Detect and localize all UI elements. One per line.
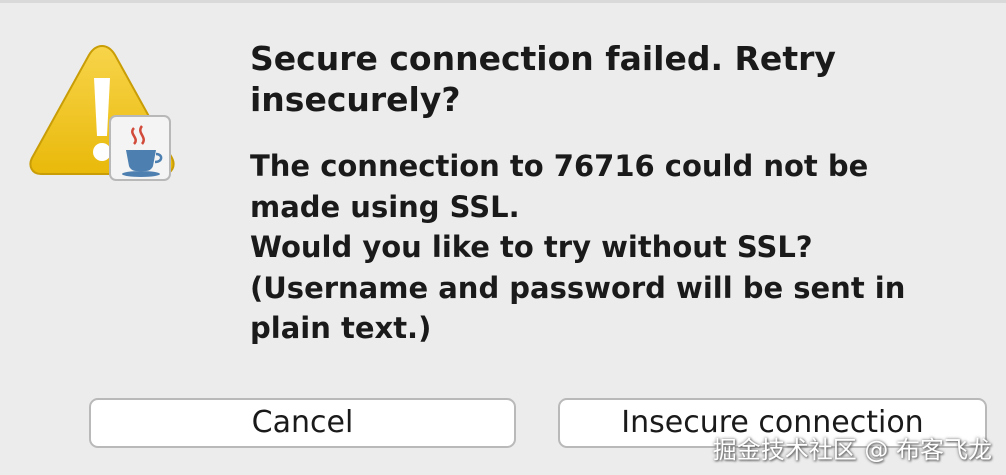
body-line: Would you like to try without SSL? xyxy=(250,230,813,264)
warning-icon-graphic xyxy=(29,44,175,181)
dialog-body: The connection to 76716 could not be mad… xyxy=(250,146,970,349)
warning-icon xyxy=(22,38,182,188)
body-line: The connection to 76716 could not be xyxy=(250,149,869,183)
dialog-title: Secure connection failed. Retry insecure… xyxy=(250,39,836,119)
cancel-button[interactable]: Cancel xyxy=(89,398,516,448)
body-line: made using SSL. xyxy=(250,189,520,224)
java-coffee-cup-icon xyxy=(109,115,171,181)
watermark: 掘金技术社区 @ 布客飞龙 xyxy=(712,436,992,464)
body-line: (Username and password will be sent in xyxy=(250,270,906,305)
alert-dialog: Secure connection failed. Retry insecure… xyxy=(0,0,1006,475)
body-line: plain text.) xyxy=(250,311,432,345)
dialog-message: Secure connection failed. Retry insecure… xyxy=(250,38,970,349)
dialog-top-border xyxy=(0,0,1006,3)
